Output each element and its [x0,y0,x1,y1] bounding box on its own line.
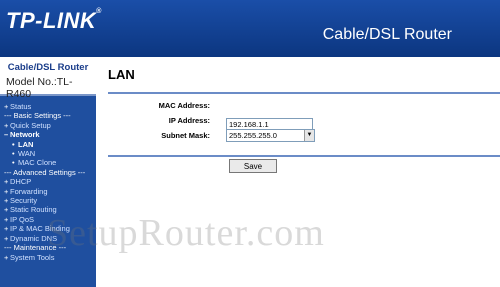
subnet-mask-control: 255.255.255.0 ▼ [226,129,315,142]
sidebar-item-wan[interactable]: • WAN [0,149,96,158]
mac-address-label: MAC Address: [158,101,210,110]
sidebar-item-mac-clone[interactable]: • MAC Clone [0,158,96,167]
ip-address-label: IP Address: [168,116,210,125]
sidebar-item-label: Status [10,102,32,111]
sidebar-item-forwarding[interactable]: + Forwarding [0,187,96,196]
sidebar-section-label: --- Advanced Settings --- [4,167,86,177]
divider-top [108,92,500,94]
logo-text: TP-LINK [6,8,97,33]
logo-registered-mark: ® [96,8,102,15]
save-button[interactable]: Save [229,159,277,173]
sidebar-item-status[interactable]: + Status [0,102,96,111]
sidebar-section-label: --- Basic Settings --- [4,111,71,121]
sidebar-header: Cable/DSL Router Model No.:TL-R460 [0,57,96,100]
sidebar-item-label: Quick Setup [10,120,51,130]
subnet-mask-value: 255.255.255.0 [229,131,277,140]
chevron-down-icon[interactable]: ▼ [304,130,314,141]
sidebar-item-dhcp[interactable]: + DHCP [0,177,96,186]
page-title: LAN [108,67,135,82]
sidebar-title: Cable/DSL Router [7,62,89,73]
sidebar-item-lan[interactable]: • LAN [0,140,96,149]
sidebar-item-label: Network [10,130,40,140]
sidebar-item-label: LAN [18,139,34,149]
sidebar-item-label: Forwarding [10,186,48,196]
mac-address-row: MAC Address: [96,99,500,113]
sidebar-item-label: WAN [18,149,36,159]
product-name: Cable/DSL Router [322,26,452,43]
header-bar: TP-LINK® Cable/DSL Router [0,0,500,57]
tp-link-logo: TP-LINK® [6,8,102,34]
subnet-mask-row: Subnet Mask: 255.255.255.0 ▼ [96,129,500,143]
subnet-mask-select[interactable]: 255.255.255.0 ▼ [226,129,315,142]
sidebar-item-quick-setup[interactable]: + Quick Setup [0,121,96,130]
subnet-mask-label: Subnet Mask: [161,131,210,140]
sidebar-item-label: MAC Clone [18,158,57,168]
sidebar-section-basic: --- Basic Settings --- [0,111,96,120]
watermark: SetupRouter.com [47,212,325,254]
sidebar-item-label: Security [10,196,38,206]
sidebar-section-advanced: --- Advanced Settings --- [0,168,96,177]
ip-address-row: IP Address: [96,114,500,131]
sidebar-item-network[interactable]: – Network [0,130,96,139]
sidebar-item-security[interactable]: + Security [0,196,96,205]
divider-bottom [108,155,500,157]
sidebar-item-label: DHCP [10,177,32,187]
sidebar-item-label: IP QoS [10,214,35,224]
